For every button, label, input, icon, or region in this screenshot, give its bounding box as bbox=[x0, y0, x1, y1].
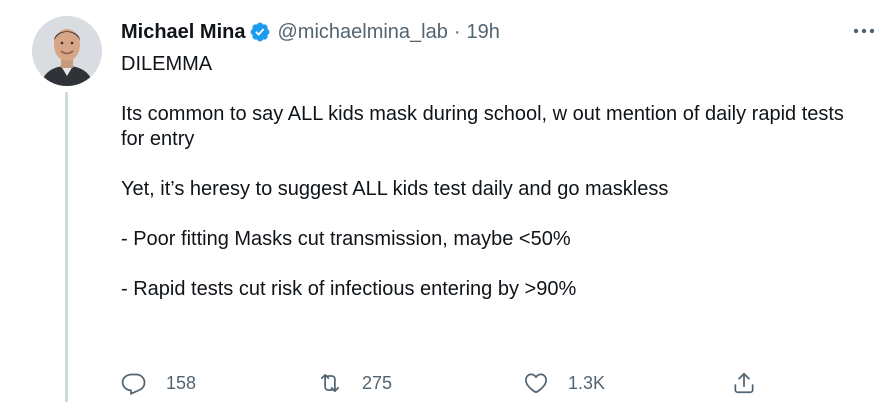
reply-count: 158 bbox=[166, 372, 197, 393]
tweet-paragraph: Yet, it’s heresy to suggest ALL kids tes… bbox=[121, 178, 669, 200]
retweet-icon bbox=[317, 370, 343, 396]
tweet-paragraph: Its common to say ALL kids mask during s… bbox=[121, 103, 844, 150]
author-name[interactable]: Michael Mina bbox=[121, 21, 245, 44]
more-horizontal-icon[interactable] bbox=[848, 22, 880, 40]
like-button[interactable]: 1.3K bbox=[523, 369, 605, 397]
share-icon bbox=[731, 370, 757, 396]
timestamp[interactable]: 19h bbox=[467, 21, 500, 44]
author-handle[interactable]: @michaelmina_lab bbox=[277, 21, 447, 44]
share-button[interactable] bbox=[731, 369, 757, 397]
separator-dot: · bbox=[453, 20, 461, 43]
tweet-actions: 158 275 1.3K bbox=[121, 369, 761, 397]
thread-line bbox=[65, 92, 68, 402]
heart-icon bbox=[523, 370, 549, 396]
tweet-paragraph: DILEMMA bbox=[121, 53, 213, 75]
verified-badge-icon bbox=[249, 21, 271, 43]
reply-icon bbox=[121, 370, 147, 396]
retweet-count: 275 bbox=[362, 372, 393, 393]
tweet[interactable]: Michael Mina @michaelmina_lab · 19h DILE… bbox=[0, 0, 882, 402]
like-count: 1.3K bbox=[568, 372, 606, 393]
tweet-header: Michael Mina @michaelmina_lab · 19h bbox=[121, 17, 500, 47]
reply-button[interactable]: 158 bbox=[121, 369, 196, 397]
avatar[interactable] bbox=[32, 16, 102, 86]
tweet-paragraph: - Poor fitting Masks cut transmission, m… bbox=[121, 228, 571, 250]
tweet-paragraph: - Rapid tests cut risk of infectious ent… bbox=[121, 278, 577, 300]
retweet-button[interactable]: 275 bbox=[317, 369, 392, 397]
tweet-text: DILEMMA Its common to say ALL kids mask … bbox=[121, 52, 861, 302]
